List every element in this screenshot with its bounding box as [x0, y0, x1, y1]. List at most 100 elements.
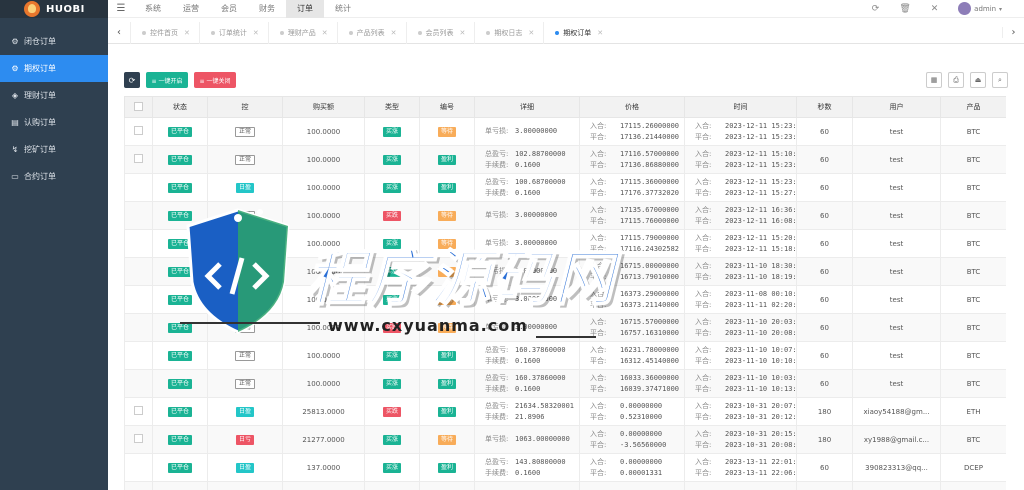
columns-icon[interactable]: ▦	[926, 72, 942, 88]
column-header: 控	[207, 96, 283, 118]
row-select-cell[interactable]	[124, 369, 153, 398]
brand-logo[interactable]: HUOBI	[0, 0, 108, 18]
table-row[interactable]: 已平仓 正常 100.0000 买涨 盈利 总盈亏: 102.88700000 手续费: 0.1…	[124, 145, 1006, 174]
top-tab-4[interactable]: 订单	[286, 0, 324, 18]
status-badge: 已平仓	[167, 406, 192, 417]
row-checkbox[interactable]	[134, 434, 143, 443]
time-cell: 入合: 2023-13-11 22:01:52 平合: 2023-13-11 22:0…	[684, 453, 797, 482]
control-cell: 日盈	[207, 453, 283, 482]
row-select-cell[interactable]	[124, 257, 153, 286]
page-tab-3[interactable]: 产品列表 ✕	[336, 21, 406, 44]
refresh-icon[interactable]: ⟳	[872, 4, 880, 14]
bulk-open-button[interactable]: ≡ 一键开启	[146, 72, 188, 88]
field-value: 17136.86880000	[620, 160, 680, 169]
bulk-close-button[interactable]: ≡ 一键关闭	[194, 72, 236, 88]
print-icon[interactable]: ⎙	[948, 72, 964, 88]
result-badge: 盈利	[437, 182, 456, 193]
table-row[interactable]: 已平仓日盈137.0000买涨盈利总盈亏:7315.55710000入合:0.0…	[124, 481, 1006, 490]
select-all-checkbox[interactable]	[134, 101, 143, 111]
type-badge: 买涨	[382, 154, 401, 165]
field-key: 手续费:	[485, 160, 509, 169]
sidebar-item-label: 理财订单	[24, 91, 56, 100]
top-tab-2[interactable]: 会员	[210, 0, 248, 18]
top-tab-3[interactable]: 财务	[248, 0, 286, 18]
field-key: 单亏损:	[485, 211, 509, 219]
page-tab-6[interactable]: 期权订单 ✕	[543, 21, 612, 44]
top-tab-5[interactable]: 统计	[324, 0, 362, 18]
sidebar-item-5[interactable]: ▭ 合约订单	[0, 163, 108, 190]
row-select-cell[interactable]	[124, 285, 153, 314]
product-cell: DCEP	[940, 453, 1006, 482]
row-select-cell[interactable]	[124, 481, 153, 490]
sidebar-item-1[interactable]: ⚙ 期权订单	[0, 55, 108, 82]
top-tab-1[interactable]: 运营	[172, 0, 210, 18]
time-cell: 入合: 2023-12-11 15:20:27 平合: 2023-12-11 15:1…	[684, 229, 797, 258]
close-icon[interactable]: ✕	[528, 29, 534, 37]
close-icon[interactable]: ✕	[184, 29, 190, 37]
field-key: 手续费:	[485, 412, 509, 421]
table-row[interactable]: 已平仓 正常 100.0000 买涨 盈利 总盈亏: 160.37860000 手续费: 0.1…	[124, 369, 1006, 398]
row-select-cell[interactable]	[124, 201, 153, 230]
row-checkbox[interactable]	[134, 406, 143, 415]
table-row[interactable]: 已平仓 正常 100.0000 买涨 等待 单亏损: 3.00000000 入合: 16715.…	[124, 257, 1006, 286]
row-checkbox[interactable]	[134, 154, 143, 163]
field-key: 入合:	[590, 121, 607, 130]
row-select-cell[interactable]	[124, 341, 153, 370]
page-tab-5[interactable]: 期权日志 ✕	[474, 21, 543, 44]
export-icon[interactable]: ⏏	[970, 72, 986, 88]
trash-icon[interactable]: 🗑	[899, 4, 910, 14]
page-tab-2[interactable]: 理财产品 ✕	[267, 21, 337, 44]
table-row[interactable]: 已平仓 日盈 137.0000 买涨 盈利 总盈亏: 143.80800000 手续费: 0.1…	[124, 453, 1006, 482]
search-icon[interactable]: ⌕	[992, 72, 1008, 88]
row-select-cell[interactable]	[124, 117, 153, 146]
table-row[interactable]: 已平仓 正常 100.0000 买涨 盈利 总盈亏: 160.37860000 手续费: 0.1…	[124, 341, 1006, 370]
sidebar-item-4[interactable]: ↯ 挖矿订单	[0, 136, 108, 163]
page-tab-0[interactable]: 控件首页 ✕	[130, 21, 199, 44]
row-select-cell[interactable]	[124, 173, 153, 202]
table-row[interactable]: 已平仓 日亏 21277.0000 买涨 等待 单亏损: 1063.00000000 入合: 0…	[124, 425, 1006, 454]
close-icon[interactable]: ✕	[322, 29, 328, 37]
table-row[interactable]: 已平仓 正常 100.0000 买跌 等待 单亏损: 3.00000000 入合: 16715.…	[124, 313, 1006, 342]
table-row[interactable]: 已平仓 正常 100.0000 买跌 等待 单亏损: 3.00000000 入合: 17135.…	[124, 201, 1006, 230]
row-select-cell[interactable]	[124, 229, 153, 258]
close-icon[interactable]: ✕	[253, 29, 259, 37]
row-select-cell[interactable]	[124, 397, 153, 426]
table-row[interactable]: 已平仓 正常 100.0000 买涨 等待 单亏损: 3.00000000 入合: 17115.…	[124, 229, 1006, 258]
top-tab-0[interactable]: 系统	[134, 0, 172, 18]
field-value: 2023-13-11 22:01:52	[725, 457, 797, 466]
field-value: 21.8906	[515, 412, 545, 421]
table-row[interactable]: 已平仓 日盈 25813.0000 买跌 盈利 总盈亏: 21634.58320001 手续费…	[124, 397, 1006, 426]
field-key: 平合:	[590, 188, 607, 197]
close-icon[interactable]: ✕	[597, 29, 603, 37]
sidebar-item-0[interactable]: ⚙ 闭仓订单	[0, 28, 108, 55]
control-badge: 正常	[234, 294, 255, 305]
field-key: 平合:	[590, 328, 607, 337]
price-cell: 入合: 16715.57000000 平合: 16757.16310000	[579, 313, 685, 342]
user-menu[interactable]: admin ▾	[958, 2, 1002, 15]
field-key: 平合:	[695, 188, 712, 197]
row-select-cell[interactable]	[124, 453, 153, 482]
fullscreen-icon[interactable]: ✕	[931, 4, 939, 14]
table-row[interactable]: 已平仓 日盈 100.0000 买涨 盈利 总盈亏: 100.68700000 手续费: 0.1…	[124, 173, 1006, 202]
table-row[interactable]: 已平仓 正常 100.0000 买涨 等待 单亏损: 3.00000000 入合: 16373.…	[124, 285, 1006, 314]
product-cell: BTC	[940, 425, 1006, 454]
row-select-cell[interactable]	[124, 313, 153, 342]
column-header[interactable]	[124, 96, 153, 118]
field-value: 16715.00000000	[620, 261, 680, 270]
refresh-button[interactable]: ⟳	[124, 72, 140, 88]
close-icon[interactable]: ✕	[460, 29, 466, 37]
row-select-cell[interactable]	[124, 425, 153, 454]
chevron-left-icon[interactable]: ‹	[108, 27, 130, 38]
sidebar-item-3[interactable]: ▤ 认购订单	[0, 109, 108, 136]
row-checkbox[interactable]	[134, 126, 143, 135]
close-icon[interactable]: ✕	[391, 29, 397, 37]
menu-toggle-icon[interactable]: ☰	[108, 3, 134, 14]
row-select-cell[interactable]	[124, 145, 153, 174]
page-tab-4[interactable]: 会员列表 ✕	[405, 21, 475, 44]
sidebar-item-2[interactable]: ◈ 理财订单	[0, 82, 108, 109]
page-tab-1[interactable]: 订单统计 ✕	[198, 21, 268, 44]
table-row[interactable]: 已平仓 正常 100.0000 买涨 等待 单亏损: 3.00000000 入合: 17115.…	[124, 117, 1006, 146]
type-badge: 买涨	[382, 462, 401, 473]
chevron-right-icon[interactable]: ›	[1002, 27, 1024, 38]
field-value: 2023-13-11 22:06:51	[725, 468, 797, 477]
